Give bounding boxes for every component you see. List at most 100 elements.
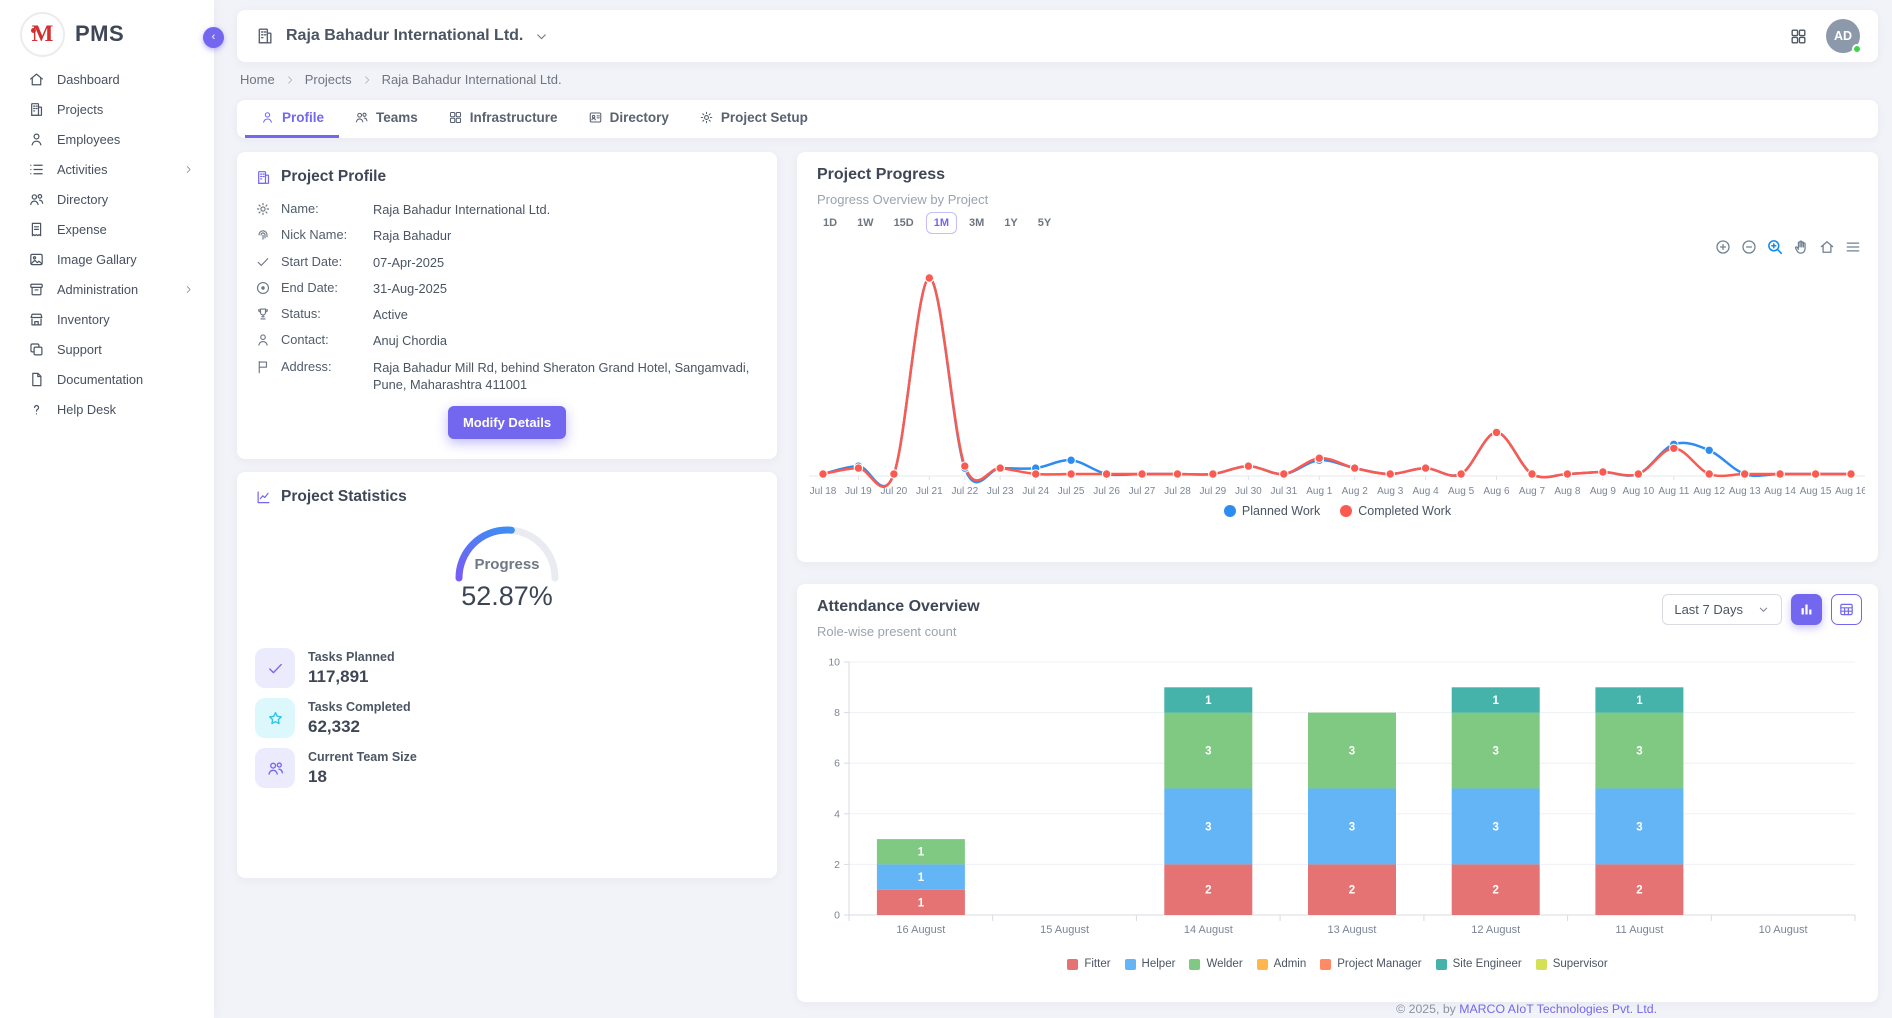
field-label: End Date: [281, 280, 373, 295]
apps-grid-icon[interactable] [1789, 27, 1808, 46]
archive-icon [28, 281, 45, 298]
stat-current-team-size: Current Team Size 18 [255, 748, 759, 788]
sidebar-collapse-button[interactable]: ‹ [203, 27, 224, 48]
zoom-in-icon[interactable] [1714, 238, 1732, 256]
legend-fitter[interactable]: Fitter [1067, 958, 1110, 970]
stat-label: Tasks Completed [308, 700, 411, 715]
range-1m-button[interactable]: 1M [926, 212, 957, 234]
image-icon [28, 251, 45, 268]
svg-text:1: 1 [918, 872, 925, 884]
tab-teams[interactable]: Teams [339, 100, 433, 138]
check-icon [255, 648, 295, 688]
selection-zoom-icon[interactable] [1766, 238, 1784, 256]
breadcrumb-item-raja-bahadur-international-ltd-[interactable]: Raja Bahadur International Ltd. [382, 72, 562, 87]
sidebar-item-directory[interactable]: Directory [0, 184, 214, 214]
legend-completed-work[interactable]: Completed Work [1340, 504, 1451, 518]
legend-swatch [1189, 959, 1200, 970]
svg-text:Aug 3: Aug 3 [1377, 486, 1404, 497]
tab-project-setup[interactable]: Project Setup [684, 100, 823, 138]
legend-welder[interactable]: Welder [1189, 958, 1242, 970]
svg-text:Jul 18: Jul 18 [810, 486, 837, 497]
range-3m-button[interactable]: 3M [961, 212, 992, 234]
legend-swatch [1067, 959, 1078, 970]
legend-swatch [1320, 959, 1331, 970]
svg-text:Jul 31: Jul 31 [1270, 486, 1297, 497]
svg-text:15 August: 15 August [1040, 924, 1089, 936]
field-label: Nick Name: [281, 227, 373, 242]
idcard-icon [588, 110, 603, 125]
tab-directory[interactable]: Directory [573, 100, 684, 138]
field-value: 31-Aug-2025 [373, 280, 759, 297]
field-label: Address: [281, 359, 373, 374]
sidebar-item-documentation[interactable]: Documentation [0, 364, 214, 394]
svg-text:3: 3 [1349, 821, 1355, 833]
person-icon [28, 131, 45, 148]
svg-text:Aug 6: Aug 6 [1483, 486, 1510, 497]
sidebar-item-label: Directory [57, 192, 108, 207]
check-icon [255, 254, 271, 270]
sidebar-item-employees[interactable]: Employees [0, 124, 214, 154]
project-statistics-card: Project Statistics Progress 52.87% Tasks… [237, 472, 777, 878]
reset-home-icon[interactable] [1818, 238, 1836, 256]
profile-field-address-: Address: Raja Bahadur Mill Rd, behind Sh… [255, 359, 759, 394]
svg-text:Jul 25: Jul 25 [1058, 486, 1085, 497]
sidebar-item-dashboard[interactable]: Dashboard [0, 64, 214, 94]
bar-view-toggle[interactable] [1791, 594, 1822, 625]
attendance-range-select[interactable]: Last 7 Days [1662, 594, 1782, 625]
company-selector[interactable]: Raja Bahadur International Ltd. [255, 26, 549, 46]
sidebar-item-projects[interactable]: Projects [0, 94, 214, 124]
svg-text:Jul 29: Jul 29 [1200, 486, 1227, 497]
range-1d-button[interactable]: 1D [815, 212, 845, 234]
user-avatar[interactable]: AD [1826, 19, 1860, 53]
fingerprint-icon [255, 227, 271, 243]
legend-project-manager[interactable]: Project Manager [1320, 958, 1421, 970]
stat-value: 117,891 [308, 667, 395, 687]
menu-icon[interactable] [1844, 238, 1862, 256]
svg-text:3: 3 [1492, 746, 1498, 758]
tab-profile[interactable]: Profile [245, 100, 339, 138]
zoom-out-icon[interactable] [1740, 238, 1758, 256]
range-1w-button[interactable]: 1W [849, 212, 882, 234]
tab-infrastructure[interactable]: Infrastructure [433, 100, 573, 138]
legend-site-engineer[interactable]: Site Engineer [1436, 958, 1522, 970]
range-5y-button[interactable]: 5Y [1030, 212, 1059, 234]
range-15d-button[interactable]: 15D [886, 212, 922, 234]
sidebar-item-administration[interactable]: Administration [0, 274, 214, 304]
svg-text:2: 2 [1205, 885, 1211, 897]
modify-details-button[interactable]: Modify Details [448, 406, 566, 439]
sidebar-item-activities[interactable]: Activities [0, 154, 214, 184]
sidebar-item-help-desk[interactable]: Help Desk [0, 394, 214, 424]
pan-icon[interactable] [1792, 238, 1810, 256]
legend-admin[interactable]: Admin [1257, 958, 1307, 970]
time-range-buttons: 1D1W15D1M3M1Y5Y [815, 212, 1059, 234]
legend-supervisor[interactable]: Supervisor [1536, 958, 1608, 970]
breadcrumb-item-projects[interactable]: Projects [305, 72, 352, 87]
svg-text:3: 3 [1636, 746, 1642, 758]
sidebar-item-expense[interactable]: Expense [0, 214, 214, 244]
app-logo[interactable]: M PMS [0, 0, 214, 58]
field-value: Raja Bahadur International Ltd. [373, 201, 759, 218]
sidebar-item-inventory[interactable]: Inventory [0, 304, 214, 334]
field-label: Start Date: [281, 254, 373, 269]
sidebar-item-support[interactable]: Support [0, 334, 214, 364]
logo-mark-icon: M [20, 12, 65, 57]
sidebar-item-label: Support [57, 342, 102, 357]
svg-text:12 August: 12 August [1471, 924, 1520, 936]
svg-text:Jul 23: Jul 23 [987, 486, 1014, 497]
table-view-toggle[interactable] [1831, 594, 1862, 625]
footer-text: © 2025, by [1396, 1002, 1459, 1016]
legend-planned-work[interactable]: Planned Work [1224, 504, 1320, 518]
sidebar-item-label: Inventory [57, 312, 110, 327]
breadcrumb-item-home[interactable]: Home [240, 72, 275, 87]
svg-text:16 August: 16 August [896, 924, 945, 936]
svg-text:10 August: 10 August [1759, 924, 1808, 936]
svg-text:1: 1 [1492, 695, 1499, 707]
range-1y-button[interactable]: 1Y [996, 212, 1025, 234]
legend-helper[interactable]: Helper [1125, 958, 1176, 970]
bar-chart-legend: Fitter Helper Welder Admin Project Manag… [797, 958, 1878, 970]
sidebar-item-image-gallary[interactable]: Image Gallary [0, 244, 214, 274]
svg-text:13 August: 13 August [1328, 924, 1377, 936]
stat-label: Current Team Size [308, 750, 417, 765]
sidebar-menu: Dashboard Projects Employees Activities … [0, 64, 214, 424]
footer-company-link[interactable]: MARCO AIoT Technologies Pvt. Ltd. [1459, 1002, 1657, 1016]
